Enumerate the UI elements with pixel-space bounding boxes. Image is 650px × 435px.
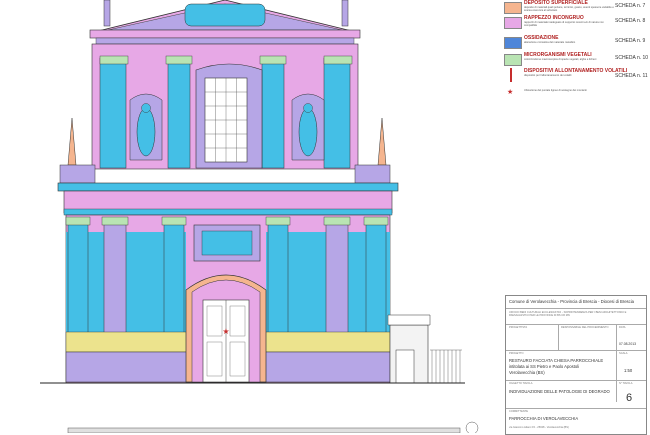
upper-pilaster bbox=[323, 57, 351, 169]
legend-swatch bbox=[504, 2, 522, 14]
date-value: 07.08.2013 bbox=[619, 342, 636, 346]
legend-swatch bbox=[504, 37, 522, 49]
statue-saint-paul bbox=[298, 107, 318, 157]
legend-ref: SCHEDA n. 10 bbox=[615, 55, 649, 61]
north-compass bbox=[465, 421, 479, 433]
finial-left bbox=[103, 0, 111, 27]
label-progetto: PROGETTO bbox=[509, 352, 524, 355]
label-oggetto: OGGETTO TAVOLA bbox=[509, 382, 533, 385]
legend-swatch bbox=[504, 17, 522, 29]
office-text: UFFICIO BENI CULTURALI ECCLESIASTICI - S… bbox=[509, 311, 627, 318]
label-responsabile: RESPONSABILE DEL PROCEDIMENTO bbox=[561, 326, 609, 329]
upper-order bbox=[59, 0, 391, 184]
client-name: PARROCCHIA DI VEROLAVECCHIA bbox=[509, 416, 579, 421]
title-header: Comune di Verolavecchia - Provincia di B… bbox=[509, 299, 634, 304]
title-block: Comune di Verolavecchia - Provincia di B… bbox=[505, 295, 647, 435]
label-data: DATA bbox=[619, 326, 626, 329]
client-address: via Giacomo Adami 15 - 25028 - Verolavec… bbox=[509, 426, 569, 429]
legend-ref: SCHEDA n. 7 bbox=[615, 3, 646, 9]
legend-desc: dispositivi per l'allontanamento dei vol… bbox=[524, 74, 572, 77]
upper-pilaster bbox=[261, 57, 285, 169]
obelisk-left bbox=[67, 117, 77, 166]
label-scala: SCALA bbox=[619, 352, 628, 355]
project-sub1: intitolata ai SS Pietro e Paolo Apostoli bbox=[509, 364, 580, 369]
legend-swatch bbox=[504, 54, 522, 66]
sheet-number: 6 bbox=[626, 392, 633, 404]
legend: DEPOSITO SUPERFICIALE deposito di materi… bbox=[500, 0, 650, 100]
label-progettista: PROGETTISTA bbox=[509, 326, 528, 329]
balustrade-right bbox=[354, 164, 391, 184]
upper-pilaster bbox=[167, 57, 191, 169]
legend-bird-spike-icon bbox=[510, 68, 512, 82]
project-sub2: Verolavecchia (BS) bbox=[509, 370, 545, 375]
finial-right bbox=[341, 0, 349, 27]
subject-text: INDIVIDUAZIONE DELLE PATOLOGIE DI DEGRAD… bbox=[509, 389, 610, 394]
legend-desc: colonizzazione macroscopica di specie ve… bbox=[524, 58, 597, 61]
statue-saint-peter bbox=[136, 107, 156, 157]
bird-deterrent-marker: ★ bbox=[222, 327, 229, 336]
legend-ref: SCHEDA n. 9 bbox=[615, 38, 646, 44]
pediment-cartouche bbox=[184, 3, 266, 27]
legend-ref: SCHEDA n. 11 bbox=[615, 73, 648, 79]
label-committente: COMMITTENTE bbox=[509, 410, 529, 413]
lower-order: ★ bbox=[65, 214, 391, 384]
legend-desc: alterazione cromatica del materiale meta… bbox=[524, 41, 576, 44]
legend-desc: rappezzi di materiale inadeguato di supp… bbox=[524, 21, 604, 27]
scale-value: 1:50 bbox=[624, 368, 633, 373]
legend-desc: deposito di materiali quali polvere, ter… bbox=[524, 6, 614, 12]
upper-pilaster bbox=[99, 57, 127, 169]
legend-ref: SCHEDA n. 8 bbox=[615, 18, 646, 24]
project-title: RESTAURO FACCIATA CHIESA PARROCCHIALE bbox=[509, 358, 604, 363]
plan-strip bbox=[67, 427, 461, 433]
label-tavola: N° TAVOLA bbox=[619, 382, 633, 385]
main-cornice bbox=[57, 182, 399, 192]
obelisk-right bbox=[377, 117, 387, 166]
balustrade-left bbox=[59, 164, 96, 184]
adjacent-building bbox=[387, 314, 462, 384]
legend-star-note: Ubicazione del puntale ligneo di sostegn… bbox=[524, 89, 587, 92]
star-icon: ★ bbox=[507, 88, 514, 96]
